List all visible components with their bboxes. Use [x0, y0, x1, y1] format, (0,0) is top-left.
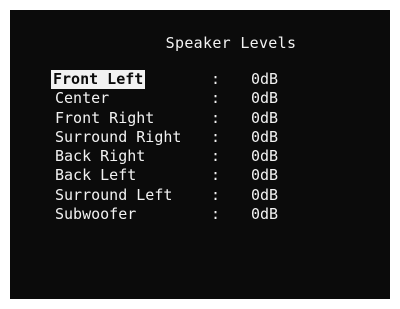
menu-item-subwoofer[interactable]: Subwoofer : 0dB: [53, 205, 353, 224]
menu-item-label: Surround Right: [55, 127, 182, 146]
level-value: 0dB: [251, 166, 279, 185]
level-value: 0dB: [251, 147, 279, 166]
separator: :: [211, 89, 221, 108]
menu-item-label: Subwoofer: [55, 205, 137, 224]
menu-item-back-left[interactable]: Back Left : 0dB: [53, 166, 353, 185]
menu-item-surround-right[interactable]: Surround Right : 0dB: [53, 128, 353, 147]
separator: :: [211, 70, 221, 88]
menu-item-label: Surround Left: [55, 185, 173, 204]
separator: :: [211, 185, 221, 204]
level-value: 0dB: [251, 205, 279, 224]
menu-item-label: Center: [55, 89, 110, 108]
menu-item-surround-left[interactable]: Surround Left : 0dB: [53, 186, 353, 205]
separator: :: [211, 127, 221, 146]
menu-item-front-left[interactable]: Front Left : 0dB: [51, 70, 353, 89]
level-value: 0dB: [251, 89, 279, 108]
menu-item-label: Back Left: [55, 166, 137, 185]
menu-item-label: Back Right: [55, 147, 146, 166]
level-value: 0dB: [251, 108, 279, 127]
separator: :: [211, 147, 221, 166]
menu-item-back-right[interactable]: Back Right : 0dB: [53, 147, 353, 166]
menu-item-label: Front Right: [55, 108, 155, 127]
menu-item-label: Front Left: [51, 70, 146, 89]
separator: :: [211, 166, 221, 185]
speaker-level-list: Front Left : 0dB Center : 0dB Front Righ…: [51, 70, 353, 224]
separator: :: [211, 205, 221, 224]
menu-item-front-right[interactable]: Front Right : 0dB: [53, 109, 353, 128]
menu-item-center[interactable]: Center : 0dB: [53, 89, 353, 108]
level-value: 0dB: [251, 127, 279, 146]
osd-screen: Speaker Levels Front Left : 0dB Center :…: [10, 10, 390, 299]
level-value: 0dB: [251, 185, 279, 204]
menu-title: Speaker Levels: [165, 34, 297, 52]
separator: :: [211, 108, 221, 127]
level-value: 0dB: [251, 70, 279, 88]
